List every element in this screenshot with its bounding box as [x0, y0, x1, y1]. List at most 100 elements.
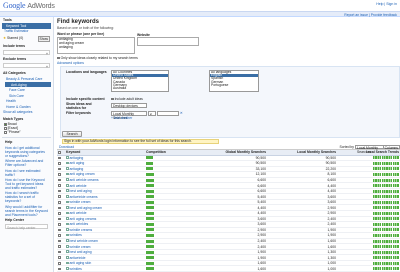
checkbox-icon[interactable] — [58, 162, 61, 165]
star-icon[interactable] — [66, 261, 69, 265]
row-checkbox-cell[interactable] — [57, 265, 65, 272]
checkbox-icon[interactable] — [58, 156, 61, 160]
keyword-text[interactable]: wrinkle creams — [70, 228, 93, 232]
checkbox-icon[interactable] — [58, 239, 61, 243]
keyword-text[interactable]: antiwrinkle creams — [70, 195, 98, 199]
add-another-filter-link[interactable]: + Add another — [111, 116, 132, 120]
help-link[interactable]: How do I search traffic statistics for a… — [2, 191, 51, 204]
country-select[interactable]: All Countries United States United Kingd… — [111, 70, 169, 92]
specific-content-row[interactable]: Include adult ideas — [111, 97, 143, 101]
checkbox-icon[interactable] — [58, 228, 61, 232]
star-icon[interactable] — [66, 172, 69, 176]
add-icon[interactable]: + — [46, 52, 48, 56]
download-button[interactable]: Download — [59, 145, 74, 149]
keywords-textarea[interactable]: antiaging anti aging cream antiaging — [57, 36, 135, 54]
keyword-text[interactable]: anti aging — [70, 161, 85, 165]
star-icon[interactable] — [66, 244, 69, 248]
star-icon[interactable] — [66, 178, 69, 181]
help-link[interactable]: How do I see estimated traffic? — [2, 168, 51, 177]
star-icon[interactable] — [66, 217, 69, 220]
keyword-text[interactable]: best anti aging — [70, 189, 92, 193]
only-show-row[interactable]: Only show ideas closely related to my se… — [57, 56, 138, 60]
keyword-text[interactable]: anti wrinkles — [70, 222, 89, 226]
checkbox-icon[interactable] — [58, 178, 61, 182]
checkbox-icon[interactable] — [58, 184, 61, 187]
star-icon[interactable] — [66, 239, 69, 242]
keyword-text[interactable]: anti aging cream — [70, 172, 95, 176]
star-icon[interactable] — [66, 156, 69, 159]
keyword-text[interactable]: anti aging skin — [70, 261, 92, 265]
sidebar-item-traffic-estimator[interactable]: Traffic Estimator — [0, 29, 53, 35]
checkbox-icon[interactable] — [58, 256, 61, 260]
checkbox-icon[interactable] — [58, 206, 61, 210]
remove-filter-icon[interactable]: ✕ — [180, 111, 183, 115]
star-icon[interactable] — [66, 183, 69, 187]
checkbox-icon[interactable] — [58, 267, 61, 271]
keyword-text[interactable]: antiaging — [70, 167, 84, 171]
feedback-link[interactable]: Report an issue | Provide feedback — [344, 13, 397, 17]
checkbox-icon[interactable] — [58, 261, 61, 265]
star-icon[interactable] — [66, 267, 69, 270]
country-option[interactable]: Australia — [112, 86, 168, 90]
star-icon[interactable] — [66, 256, 69, 259]
advanced-options-link[interactable]: Advanced options — [57, 61, 84, 65]
keyword-text[interactable]: wrinkles — [70, 267, 82, 271]
keyword-text[interactable]: wrinkle cream — [70, 200, 91, 204]
columns-button[interactable]: Columns — [382, 144, 400, 150]
star-icon[interactable] — [66, 228, 69, 231]
filter-operator-select[interactable]: ≥ — [147, 111, 156, 116]
adwords-logo[interactable]: Google AdWords — [3, 1, 55, 10]
star-icon[interactable] — [66, 161, 69, 165]
website-input[interactable] — [137, 37, 199, 46]
add-icon[interactable]: + — [46, 65, 48, 69]
keyword-text[interactable]: wrinkles — [70, 233, 82, 237]
star-icon[interactable] — [66, 189, 69, 193]
help-link[interactable]: How do I get additional keywords using c… — [2, 145, 51, 158]
include-terms-input[interactable]: + — [3, 50, 50, 56]
top-links[interactable]: Help | Sign in — [376, 2, 397, 6]
language-select[interactable]: All languages English Spanish German Por… — [209, 70, 259, 92]
checkbox-icon[interactable] — [58, 151, 61, 154]
checkbox-icon[interactable] — [58, 212, 61, 215]
keyword-text[interactable]: best wrinkle cream — [70, 239, 98, 243]
checkbox-icon[interactable] — [58, 189, 61, 193]
checkbox-icon[interactable] — [58, 173, 61, 176]
search-button[interactable]: Search — [62, 131, 82, 137]
keyword-text[interactable]: antiaging — [70, 156, 84, 160]
checkbox-icon[interactable] — [58, 234, 61, 237]
keyword-text[interactable]: antiwrinkle — [70, 256, 86, 260]
checkbox-icon[interactable] — [58, 217, 61, 221]
keyword-text[interactable]: anti wrinkle creams — [70, 178, 99, 182]
keyword-text[interactable]: anti aging creams — [70, 217, 97, 221]
checkbox-icon[interactable] — [111, 97, 114, 101]
star-icon[interactable] — [66, 167, 69, 170]
help-link[interactable]: Where are Advanced and Filter options? — [2, 159, 51, 168]
help-link[interactable]: How do I use the Keyword Tool to get key… — [2, 177, 51, 190]
keyword-text[interactable]: wrinkle cream — [70, 245, 91, 249]
sort-select[interactable]: Local Monthly Searches — [355, 144, 386, 154]
star-icon[interactable] — [66, 206, 69, 209]
star-icon[interactable] — [66, 195, 69, 198]
keyword-cell[interactable]: wrinkles — [65, 265, 145, 272]
keyword-text[interactable]: anti wrinkle — [70, 211, 87, 215]
star-icon[interactable] — [66, 211, 69, 215]
help-link[interactable]: Why would I add/filter for search terms … — [2, 204, 51, 217]
checkbox-icon[interactable] — [58, 167, 61, 171]
star-icon[interactable] — [66, 250, 69, 254]
help-search-input[interactable]: Search help center — [5, 224, 48, 230]
language-option[interactable]: Portuguese — [210, 83, 258, 87]
star-icon[interactable] — [66, 222, 69, 226]
checkbox-icon[interactable] — [58, 250, 61, 254]
keyword-text[interactable]: best anti aging — [70, 250, 92, 254]
exclude-terms-input[interactable]: + — [3, 63, 50, 69]
starred-show-button[interactable]: Show — [37, 36, 50, 43]
star-icon[interactable] — [66, 233, 69, 237]
device-select[interactable]: Desktop devices — [111, 103, 147, 108]
checkbox-icon[interactable] — [58, 200, 61, 204]
checkbox-icon[interactable] — [4, 130, 7, 134]
show-all-categories-link[interactable]: Show all categories — [0, 110, 53, 115]
filter-value-input[interactable] — [156, 111, 179, 116]
filter-field-select[interactable]: Local Monthly Searches — [111, 111, 147, 120]
checkbox-icon[interactable] — [58, 195, 61, 198]
keyword-text[interactable]: best anti aging cream — [70, 206, 102, 210]
